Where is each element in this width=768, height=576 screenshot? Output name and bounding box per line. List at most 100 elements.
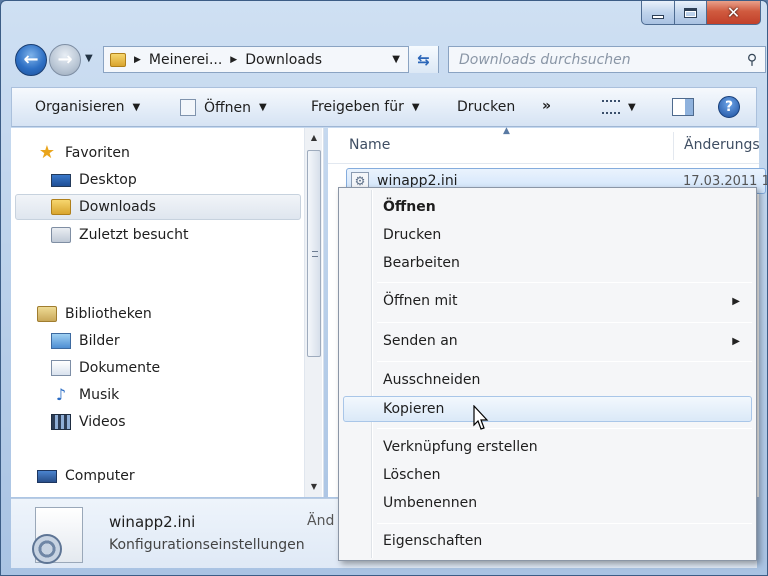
- address-dropdown-icon[interactable]: ▼: [392, 54, 400, 65]
- menu-item-open[interactable]: Öffnen: [383, 199, 436, 215]
- details-file-name: winapp2.ini: [109, 513, 196, 531]
- menu-item-delete[interactable]: Löschen: [383, 467, 440, 483]
- view-details-icon: [602, 100, 620, 114]
- chevron-down-icon: ▼: [411, 101, 420, 113]
- search-placeholder[interactable]: Downloads durchsuchen: [449, 52, 739, 68]
- tree-item-label: Computer: [65, 468, 135, 484]
- documents-icon: [51, 360, 71, 376]
- chevron-right-icon[interactable]: ▶: [134, 55, 141, 65]
- back-button[interactable]: ←: [15, 44, 47, 76]
- menu-item-print[interactable]: Drucken: [383, 227, 441, 243]
- minimize-button[interactable]: [641, 1, 675, 25]
- refresh-icon: ⇆: [417, 50, 430, 69]
- tree-item-label: Musik: [79, 387, 120, 403]
- share-with-button[interactable]: Freigeben für ▼: [311, 99, 420, 115]
- breadcrumb-downloads[interactable]: Downloads: [245, 52, 322, 68]
- desktop-icon: [51, 173, 71, 187]
- arrow-left-icon: ←: [23, 49, 39, 70]
- videos-icon: [51, 414, 71, 430]
- downloads-folder-icon: [110, 52, 126, 67]
- search-box[interactable]: Downloads durchsuchen ⚲: [448, 46, 766, 73]
- tree-item-label: Downloads: [79, 199, 156, 215]
- maximize-icon: [684, 7, 697, 18]
- menu-separator: [377, 282, 752, 283]
- command-bar: Organisieren ▼ Öffnen ▼ Freigeben für ▼ …: [11, 87, 757, 127]
- minimize-icon: [652, 14, 664, 19]
- address-bar[interactable]: ▶ Meinerei... ▶ Downloads ▼ ⇆: [103, 46, 439, 73]
- submenu-arrow-icon: ▶: [732, 296, 740, 307]
- gear-icon: [32, 534, 62, 564]
- menu-icon-gutter: [371, 190, 373, 558]
- details-file-type: Konfigurationseinstellungen: [109, 537, 305, 553]
- tree-item-recent[interactable]: Zuletzt besucht: [51, 227, 188, 243]
- tree-item-libraries[interactable]: Bibliotheken: [37, 306, 152, 322]
- downloads-folder-icon: [51, 199, 71, 215]
- search-icon[interactable]: ⚲: [739, 52, 765, 68]
- menu-item-open-with[interactable]: Öffnen mit: [383, 293, 458, 309]
- more-commands-button[interactable]: »: [542, 98, 551, 114]
- explorer-window: ✕ ← → ▼ ▶ Meinerei... ▶ Downloads ▼ ⇆ Do…: [0, 0, 768, 576]
- tree-item-label: Bibliotheken: [65, 306, 152, 322]
- print-button[interactable]: Drucken: [457, 99, 515, 115]
- tree-item-downloads[interactable]: Downloads: [51, 199, 156, 215]
- navigation-bar: ← → ▼ ▶ Meinerei... ▶ Downloads ▼ ⇆ Down…: [11, 41, 766, 79]
- help-button[interactable]: ?: [718, 96, 740, 118]
- organize-label: Organisieren: [35, 99, 125, 115]
- chevron-down-icon[interactable]: ▼: [628, 102, 636, 113]
- menu-item-rename[interactable]: Umbenennen: [383, 495, 477, 511]
- open-button[interactable]: Öffnen ▼: [180, 99, 267, 116]
- caption-buttons: ✕: [641, 1, 761, 25]
- navigation-pane-scrollbar[interactable]: ▲ ▼: [304, 128, 322, 497]
- column-header-name[interactable]: Name: [349, 137, 390, 153]
- menu-separator: [377, 361, 752, 362]
- breadcrumb-user[interactable]: Meinerei...: [149, 52, 222, 68]
- tree-item-label: Dokumente: [79, 360, 161, 376]
- scrollbar-thumb[interactable]: [307, 150, 321, 357]
- change-view-button[interactable]: ▼: [602, 100, 636, 114]
- more-label: »: [542, 98, 552, 114]
- menu-item-copy[interactable]: Kopieren: [383, 401, 444, 417]
- recent-places-icon: [51, 227, 71, 243]
- tree-item-videos[interactable]: Videos: [51, 414, 126, 430]
- scrollbar-grip: [312, 251, 318, 257]
- menu-item-cut[interactable]: Ausschneiden: [383, 372, 480, 388]
- context-menu: Öffnen Drucken Bearbeiten Öffnen mit ▶ S…: [338, 187, 757, 561]
- chevron-right-icon[interactable]: ▶: [230, 55, 237, 65]
- preview-pane-button[interactable]: [672, 98, 694, 116]
- print-label: Drucken: [457, 99, 516, 115]
- pictures-icon: [51, 333, 71, 349]
- tree-item-label: Desktop: [79, 172, 137, 188]
- menu-separator: [377, 523, 752, 524]
- chevron-down-icon: ▼: [132, 101, 141, 113]
- refresh-button[interactable]: ⇆: [408, 46, 438, 73]
- menu-item-edit[interactable]: Bearbeiten: [383, 255, 460, 271]
- column-header-changed[interactable]: Änderungs: [684, 137, 760, 153]
- menu-item-create-shortcut[interactable]: Verknüpfung erstellen: [383, 439, 538, 455]
- scroll-down-icon[interactable]: ▼: [305, 479, 323, 495]
- maximize-button[interactable]: [675, 1, 707, 25]
- close-button[interactable]: ✕: [707, 1, 761, 25]
- tree-item-pictures[interactable]: Bilder: [51, 333, 120, 349]
- organize-button[interactable]: Organisieren ▼: [35, 99, 140, 115]
- tree-item-label: Bilder: [79, 333, 120, 349]
- music-icon: ♪: [55, 385, 67, 404]
- menu-item-send-to[interactable]: Senden an: [383, 333, 458, 349]
- recent-pages-dropdown[interactable]: ▼: [85, 53, 93, 64]
- tree-item-music[interactable]: ♪ Musik: [51, 385, 120, 404]
- column-header-row: Name ▲ Änderungs: [328, 126, 760, 164]
- column-divider[interactable]: [673, 132, 674, 160]
- tree-item-favorites[interactable]: ★ Favoriten: [37, 144, 130, 162]
- tree-item-documents[interactable]: Dokumente: [51, 360, 160, 376]
- tree-item-desktop[interactable]: Desktop: [51, 172, 137, 188]
- computer-icon: [37, 469, 57, 483]
- forward-button[interactable]: →: [49, 44, 81, 76]
- chevron-down-icon: ▼: [259, 102, 267, 113]
- menu-item-properties[interactable]: Eigenschaften: [383, 533, 482, 549]
- tree-item-label: Favoriten: [65, 145, 130, 161]
- scroll-up-icon[interactable]: ▲: [305, 130, 323, 146]
- sort-ascending-icon: ▲: [503, 126, 510, 136]
- tree-item-computer[interactable]: Computer: [37, 468, 135, 484]
- open-label: Öffnen: [204, 99, 252, 116]
- navigation-pane: ★ Favoriten Desktop Downloads Zuletzt be…: [11, 128, 324, 497]
- mouse-cursor-icon: [473, 405, 489, 430]
